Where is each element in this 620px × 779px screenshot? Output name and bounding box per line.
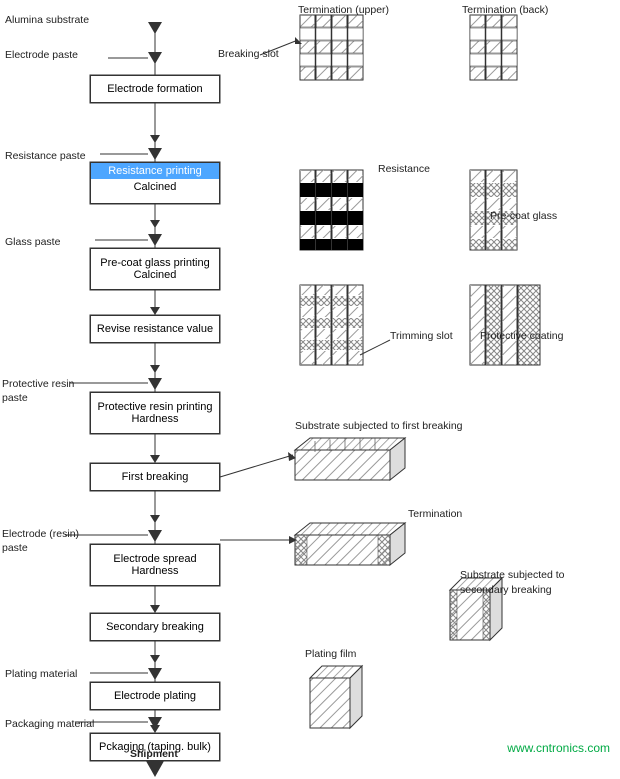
hardness2-text: Hardness [131, 565, 178, 577]
glass-paste-label: Glass paste [5, 236, 60, 248]
termination-back-label: Termination (back) [462, 4, 548, 16]
secondary-breaking-box: Secondary breaking [90, 613, 220, 641]
substrate-first-label: Substrate subjected to first breaking [295, 420, 463, 432]
electrode-plating-box: Electrode plating [90, 682, 220, 710]
calcined2-text: Calcined [134, 269, 177, 281]
electrode-spread-text: Electrode spread [113, 553, 196, 565]
first-breaking-text: First breaking [122, 471, 189, 483]
protective-resin-printing-box: Protective resin printing Hardness [90, 392, 220, 434]
trimming-slot-label: Trimming slot [390, 330, 453, 342]
hardness-text: Hardness [131, 413, 178, 425]
resistance-label: Resistance [378, 163, 430, 175]
plating-film-label: Plating film [305, 648, 356, 660]
termination-label: Termination [408, 508, 462, 520]
resistance-printing-box: Resistance printing Calcined [90, 162, 220, 204]
shipment-label: Shipment [130, 748, 178, 760]
electrode-formation-box: Electrode formation [90, 75, 220, 103]
breaking-slot-label: Breaking slot [218, 48, 279, 60]
precoat-glass-label: Pre-coat glass [490, 210, 557, 222]
secondary-breaking-text: Secondary breaking [106, 621, 204, 633]
electrode-plating-text: Electrode plating [114, 690, 196, 702]
revise-resistance-box: Revise resistance value [90, 315, 220, 343]
packaging-material-label: Packaging material [5, 718, 94, 730]
plating-material-label: Plating material [5, 668, 77, 680]
electrode-paste-label: Electrode paste [5, 49, 78, 61]
electrode-resin-paste-label: Electrode (resin)paste [2, 528, 79, 555]
electrode-formation-text: Electrode formation [107, 82, 202, 96]
first-breaking-box: First breaking [90, 463, 220, 491]
precoat-glass-printing-box: Pre-coat glass printing Calcined [90, 248, 220, 290]
electrode-spread-box: Electrode spread Hardness [90, 544, 220, 586]
resistance-paste-label: Resistance paste [5, 150, 86, 162]
resistance-printing-text: Resistance printing [91, 163, 219, 179]
substrate-secondary-label: Substrate subjected tosecondary breaking [460, 568, 564, 597]
calcined-text: Calcined [91, 179, 219, 195]
protective-resin-paste-label: Protective resinpaste [2, 378, 74, 405]
revise-resistance-text: Revise resistance value [97, 323, 213, 335]
protective-coating-label: Protective coating [480, 330, 563, 342]
process-diagram: Alumina substrate Electrode paste Electr… [0, 0, 620, 763]
protective-resin-printing-text: Protective resin printing [98, 401, 213, 413]
termination-upper-label: Termination (upper) [298, 4, 389, 16]
precoat-glass-printing-text: Pre-coat glass printing [100, 257, 209, 269]
alumina-substrate-label: Alumina substrate [5, 14, 89, 26]
watermark: www.cntronics.com [507, 741, 610, 755]
